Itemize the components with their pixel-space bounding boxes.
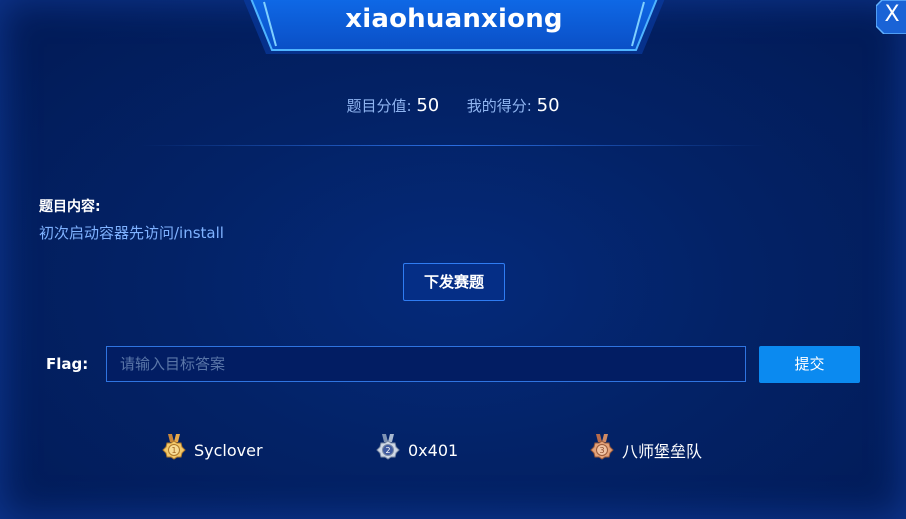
content-label: 题目内容:: [39, 199, 101, 215]
rank-item-3: 3 八师堡垒队: [588, 434, 702, 466]
flag-input[interactable]: [106, 346, 746, 382]
my-score-label: 我的得分:: [466, 97, 532, 115]
title-banner: xiaohuanxiong: [240, 0, 668, 56]
my-score-value: 50: [536, 95, 560, 116]
close-label: X: [884, 2, 900, 27]
rank-1-team: Syclover: [194, 440, 263, 460]
bronze-medal-icon: 3: [590, 434, 614, 460]
score-value: 50: [416, 95, 440, 116]
gold-medal-icon: 1: [162, 434, 186, 460]
content-text: 初次启动容器先访问/install: [39, 224, 224, 242]
submit-button[interactable]: 提交: [759, 346, 860, 383]
flag-label: Flag:: [46, 355, 89, 373]
issue-challenge-button[interactable]: 下发赛题: [403, 263, 505, 301]
score-value-label: 题目分值:: [346, 97, 412, 115]
close-button[interactable]: X: [876, 0, 906, 34]
bronze-medal-rank: 3: [599, 446, 604, 455]
dialog-title: xiaohuanxiong: [345, 4, 563, 34]
rank-2-team: 0x401: [408, 440, 459, 460]
rank-item-1: 1 Syclover: [160, 434, 263, 466]
silver-medal-rank: 2: [385, 446, 390, 455]
challenge-dialog: xiaohuanxiong X 题目分值: 50 我的得分: 50 题目内容: …: [0, 0, 906, 519]
silver-medal-icon: 2: [376, 434, 400, 460]
rank-item-2: 2 0x401: [374, 434, 458, 466]
rank-3-team: 八师堡垒队: [622, 442, 703, 461]
score-summary: 题目分值: 50 我的得分: 50: [0, 95, 906, 116]
gold-medal-rank: 1: [171, 446, 176, 455]
divider: [140, 145, 766, 146]
